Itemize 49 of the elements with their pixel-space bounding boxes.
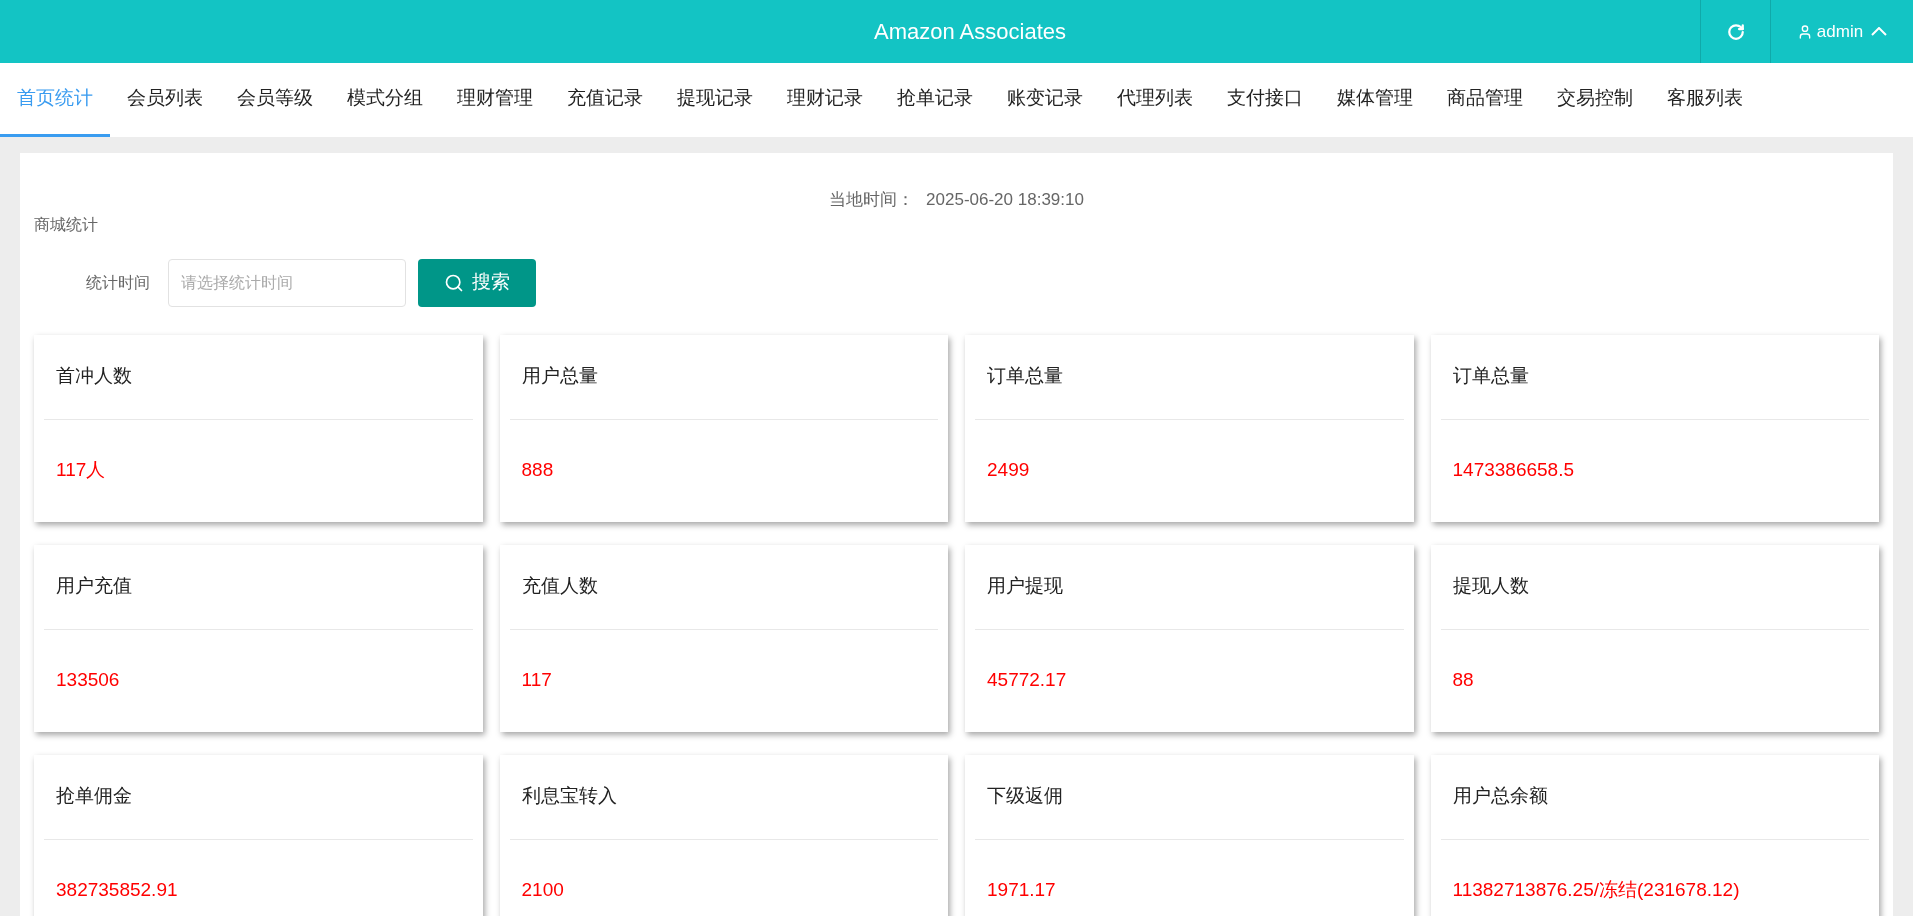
card-title: 用户提现: [987, 574, 1063, 599]
nav-tab[interactable]: 支付接口: [1210, 63, 1320, 137]
nav-tab[interactable]: 理财管理: [440, 63, 550, 137]
card-value: 117人: [56, 458, 106, 483]
nav-tab[interactable]: 抢单记录: [880, 63, 990, 137]
card-title: 下级返佣: [987, 784, 1063, 809]
nav-tab[interactable]: 提现记录: [660, 63, 770, 137]
card-value: 382735852.91: [56, 878, 178, 903]
filter-label: 统计时间: [86, 272, 150, 293]
card-value: 133506: [56, 668, 120, 693]
section-title: 商城统计: [34, 214, 98, 235]
card-title: 利息宝转入: [521, 784, 617, 809]
card-title: 首冲人数: [56, 364, 132, 389]
card-value: 1971.17: [987, 878, 1056, 903]
card-title: 用户总量: [521, 364, 598, 389]
card-title: 订单总量: [987, 364, 1063, 389]
nav-tab[interactable]: 商品管理: [1430, 63, 1540, 137]
nav-tab[interactable]: 模式分组: [330, 63, 440, 137]
nav-tab[interactable]: 媒体管理: [1320, 63, 1430, 137]
nav-tab[interactable]: 理财记录: [770, 63, 880, 137]
refresh-icon: [1726, 22, 1745, 41]
nav-tab[interactable]: 账变记录: [990, 63, 1100, 137]
search-icon: [444, 272, 464, 293]
card-value: 117: [521, 668, 552, 693]
card-title: 订单总量: [1452, 364, 1529, 389]
local-time-value: 2025-06-20 18:39:10: [926, 189, 1084, 211]
card-title: 充值人数: [521, 574, 598, 599]
card-title: 抢单佣金: [56, 784, 132, 809]
chevron-up-icon: [1871, 27, 1888, 36]
nav-tab[interactable]: 客服列表: [1650, 63, 1760, 137]
nav-tab[interactable]: 会员列表: [110, 63, 220, 137]
card-value: 45772.17: [987, 668, 1067, 693]
nav-tab[interactable]: 代理列表: [1100, 63, 1210, 137]
card-title: 用户充值: [56, 574, 132, 599]
card-value: 2100: [521, 878, 564, 903]
nav-tab[interactable]: 会员等级: [220, 63, 330, 137]
card-value: 1473386658.5: [1452, 458, 1574, 483]
card-value: 88: [1452, 668, 1474, 693]
nav-tab[interactable]: 交易控制: [1540, 63, 1650, 137]
search-button[interactable]: 搜索: [418, 258, 536, 307]
card-value: 888: [521, 458, 554, 483]
nav-tab[interactable]: 充值记录: [550, 63, 660, 137]
date-input-field[interactable]: 请选择统计时间: [168, 258, 406, 307]
app-title: Amazon Associates: [874, 18, 1066, 46]
card-title: 提现人数: [1452, 574, 1529, 599]
card-value: 11382713876.25/冻结(231678.12): [1452, 878, 1740, 903]
local-time-label: 当地时间：: [829, 189, 915, 211]
card-title: 用户总余额: [1452, 784, 1548, 809]
card-value: 2499: [987, 458, 1030, 483]
